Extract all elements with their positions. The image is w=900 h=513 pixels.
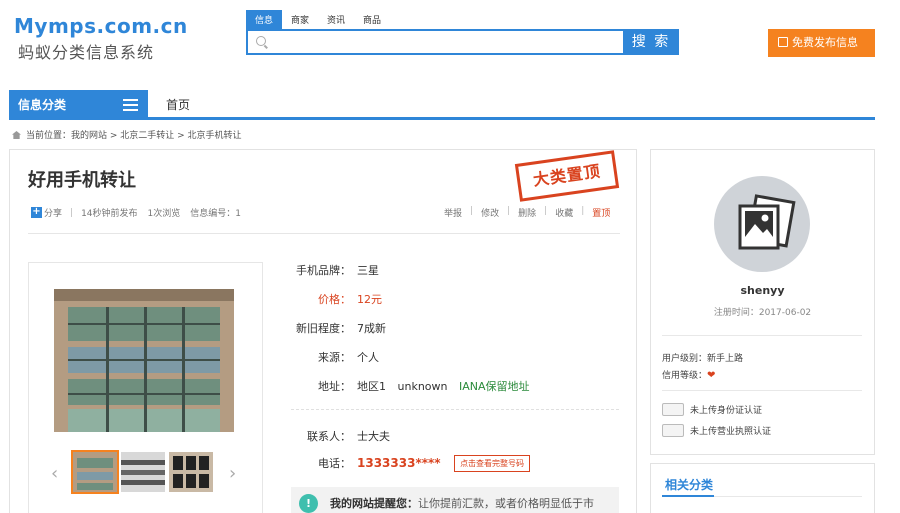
divider [662,335,862,336]
field-value: 三星 [357,264,379,277]
field-brand: 手机品牌： 三星 [291,262,379,278]
field-label: 来源： [318,351,351,364]
publish-button-label: 免费发布信息 [792,36,858,49]
id-card-icon [662,403,684,416]
user-credit: 信用等级：❤ [662,368,715,381]
gallery-next-icon[interactable]: › [229,463,236,484]
gallery-thumb[interactable] [169,452,213,492]
search-icon [256,36,266,46]
breadcrumb-text[interactable]: 当前位置：我的网站 > 北京二手转让 > 北京手机转让 [26,131,242,141]
tip-text: 我的网站提醒您：让你提前汇款，或者价格明显低于市 [330,495,594,511]
listing-title: 好用手机转让 [28,170,136,191]
delete-link[interactable]: 删除 [518,206,536,219]
divider [662,390,862,391]
divider [28,233,620,234]
field-contact: 联系人： 士大夫 [291,428,390,444]
avatar[interactable] [714,176,810,272]
address-iana: IANA保留地址 [458,380,530,393]
field-phone: 电话： 1333333**** 点击查看完整号码 [291,455,531,472]
field-label: 手机品牌： [296,264,351,277]
heart-icon: ❤ [707,370,716,381]
search-tab-news[interactable]: 资讯 [318,10,354,30]
menu-icon [123,99,138,111]
tip-heading: 我的网站提醒您： [330,497,418,510]
gallery-prev-icon[interactable]: ‹ [51,463,58,484]
gallery-thumb[interactable] [121,452,165,492]
publish-button[interactable]: 免费发布信息 [768,29,875,57]
safety-tip: ! 我的网站提醒您：让你提前汇款，或者价格明显低于市 [291,487,619,513]
view-count: 1次浏览 [147,209,181,219]
favorite-link[interactable]: 收藏 [555,206,573,219]
credit-label: 信用等级： [662,371,708,381]
view-phone-button[interactable]: 点击查看完整号码 [454,455,531,472]
search-button[interactable]: 搜 索 [623,29,679,55]
search-tab-merchant[interactable]: 商家 [282,10,318,30]
search-tab-info[interactable]: 信息 [246,10,283,30]
share-link[interactable]: 分享 [44,206,62,219]
price-value: 12元 [357,293,382,306]
logo-text[interactable]: Mymps.com.cn [14,14,188,38]
phone-value: 1333333**** [357,456,441,470]
field-label: 价格： [318,293,351,306]
field-value: 士大夫 [357,430,390,443]
register-time: 注册时间：2017-06-02 [713,308,812,318]
category-menu-label: 信息分类 [18,98,67,112]
related-underline [662,495,714,497]
logo-subtitle: 蚂蚁分类信息系统 [18,43,155,62]
pin-top-link[interactable]: 置顶 [592,206,610,219]
publish-time: 14秒钟前发布 [81,209,138,219]
address-area: 地区1 [357,380,386,393]
license-verification: 未上传营业执照认证 [662,424,771,437]
listing-actions: 举报 | 修改 | 删除 | 收藏 | 置顶 [444,206,611,219]
main-image[interactable] [54,289,234,432]
field-label: 地址： [318,380,351,393]
user-name[interactable]: shenyy [650,284,875,297]
address-unknown: unknown [397,380,448,393]
breadcrumb: 当前位置：我的网站 > 北京二手转让 > 北京手机转让 [12,128,242,141]
nav-home-link[interactable]: 首页 [166,96,190,113]
field-condition: 新旧程度： 7成新 [291,320,386,336]
field-price: 价格： 12元 [291,291,382,307]
field-label: 电话： [318,457,351,470]
picture-icon [738,194,796,250]
id-verification: 未上传身份证认证 [662,403,762,416]
listing-meta: + 分享 | 14秒钟前发布 1次浏览 信息编号：1 [31,206,241,219]
divider [291,409,619,410]
share-icon[interactable]: + [31,207,42,218]
related-title: 相关分类 [665,478,714,492]
field-address: 地址： 地区1 unknown IANA保留地址 [291,378,530,394]
edit-icon [778,37,788,47]
search-input[interactable] [246,29,623,55]
info-icon: ! [299,494,318,513]
license-icon [662,424,684,437]
license-verify-text: 未上传营业执照认证 [690,427,772,437]
field-value: 7成新 [357,322,386,335]
gallery-thumb[interactable] [71,450,119,494]
id-verify-text: 未上传身份证认证 [690,406,763,416]
field-label: 联系人： [307,430,351,443]
edit-link[interactable]: 修改 [481,206,499,219]
tip-body: 让你提前汇款，或者价格明显低于市 [418,497,594,510]
info-id: 信息编号：1 [190,209,241,219]
search-tabs: 信息 商家 资讯 商品 [246,10,390,30]
home-icon [12,131,21,139]
user-level: 用户级别：新手上路 [662,354,744,364]
field-label: 新旧程度： [296,322,351,335]
search-tab-product[interactable]: 商品 [354,10,390,30]
field-value: 个人 [357,351,379,364]
category-menu-button[interactable]: 信息分类 [9,90,148,120]
field-source: 来源： 个人 [291,349,379,365]
report-link[interactable]: 举报 [444,206,462,219]
